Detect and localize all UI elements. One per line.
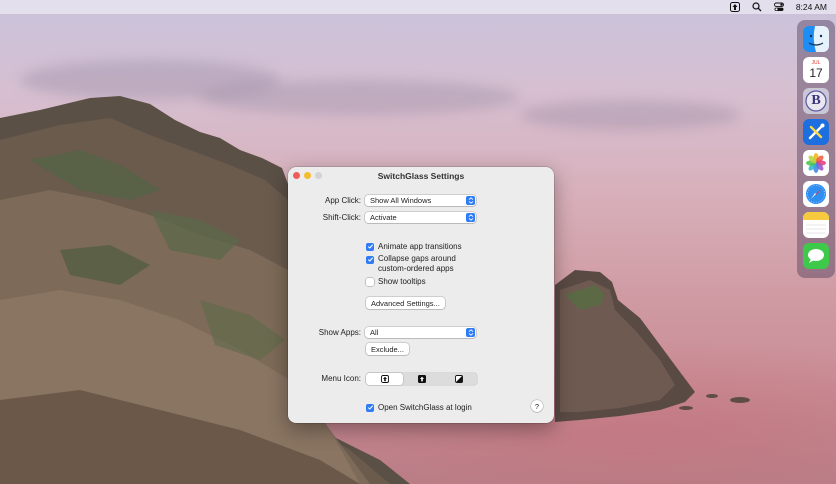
collapse-gaps-label: Collapse gaps around	[378, 254, 456, 263]
help-button[interactable]: ?	[531, 400, 543, 412]
minimize-button[interactable]	[304, 172, 311, 179]
notes-icon[interactable]	[803, 212, 829, 238]
popup-chevron-icon	[466, 196, 475, 205]
menubar-clock[interactable]: 8:24 AM	[796, 2, 827, 12]
open-at-login-checkbox[interactable]: Open SwitchGlass at login	[366, 403, 472, 412]
outline-arrow-icon	[380, 375, 389, 383]
calendar-day: 17	[809, 66, 823, 80]
open-at-login-label: Open SwitchGlass at login	[378, 403, 472, 412]
window-title: SwitchGlass Settings	[377, 171, 465, 181]
filled-arrow-icon	[417, 375, 426, 383]
control-center-icon[interactable]	[773, 2, 784, 12]
window-controls	[293, 172, 322, 179]
calendar-icon[interactable]: JUL 17	[803, 57, 829, 83]
settings-window: SwitchGlass Settings App Click: Show All…	[288, 167, 554, 423]
show-apps-value: All	[370, 328, 379, 337]
checkmark-icon	[366, 242, 374, 251]
shift-click-popup[interactable]: Activate	[365, 212, 476, 223]
show-tooltips-checkbox[interactable]: Show tooltips	[366, 277, 426, 286]
app-click-popup[interactable]: Show All Windows	[365, 195, 476, 206]
animate-transitions-checkbox[interactable]: Animate app transitions	[366, 242, 462, 251]
menu-icon-option-outline[interactable]	[366, 373, 403, 385]
checkmark-icon	[366, 403, 374, 412]
menu-icon-segmented-control	[366, 373, 477, 385]
animate-transitions-label: Animate app transitions	[378, 242, 462, 251]
collapse-gaps-label-line2: custom-ordered apps	[378, 264, 454, 273]
show-apps-label: Show Apps:	[318, 328, 361, 337]
menu-icon-label: Menu Icon:	[321, 374, 361, 383]
popup-chevron-icon	[466, 328, 475, 337]
bbedit-letter: B	[811, 93, 821, 108]
collapse-gaps-checkbox[interactable]: Collapse gaps around custom-ordered apps	[366, 254, 456, 274]
shift-click-value: Activate	[370, 213, 397, 222]
xcode-icon[interactable]	[803, 119, 829, 145]
photos-icon[interactable]	[803, 150, 829, 176]
app-click-value: Show All Windows	[370, 196, 432, 205]
window-titlebar[interactable]: SwitchGlass Settings	[288, 167, 554, 185]
checkmark-icon	[366, 255, 374, 264]
messages-icon[interactable]	[803, 243, 829, 269]
advanced-settings-label: Advanced Settings...	[371, 298, 440, 308]
close-button[interactable]	[293, 172, 300, 179]
menu-bar: 8:24 AM	[0, 0, 836, 14]
help-label: ?	[534, 401, 540, 411]
exclude-button[interactable]: Exclude...	[366, 343, 409, 355]
bbedit-icon[interactable]: B	[803, 88, 829, 114]
popup-chevron-icon	[466, 213, 475, 222]
show-apps-popup[interactable]: All	[365, 327, 476, 338]
advanced-settings-button[interactable]: Advanced Settings...	[366, 297, 445, 309]
dock: JUL 17 B	[797, 20, 835, 278]
safari-icon[interactable]	[803, 181, 829, 207]
menu-icon-option-half[interactable]	[440, 373, 477, 385]
exclude-label: Exclude...	[371, 344, 404, 354]
menu-icon-option-filled[interactable]	[403, 373, 440, 385]
search-icon[interactable]	[752, 2, 762, 12]
show-tooltips-label: Show tooltips	[378, 277, 426, 286]
switchglass-menu-icon[interactable]	[729, 2, 740, 12]
half-square-icon	[454, 375, 463, 383]
finder-icon[interactable]	[803, 26, 829, 52]
zoom-button[interactable]	[315, 172, 322, 179]
app-click-label: App Click:	[324, 196, 361, 205]
checkbox-unchecked	[366, 277, 374, 286]
shift-click-label: Shift-Click:	[322, 213, 361, 222]
